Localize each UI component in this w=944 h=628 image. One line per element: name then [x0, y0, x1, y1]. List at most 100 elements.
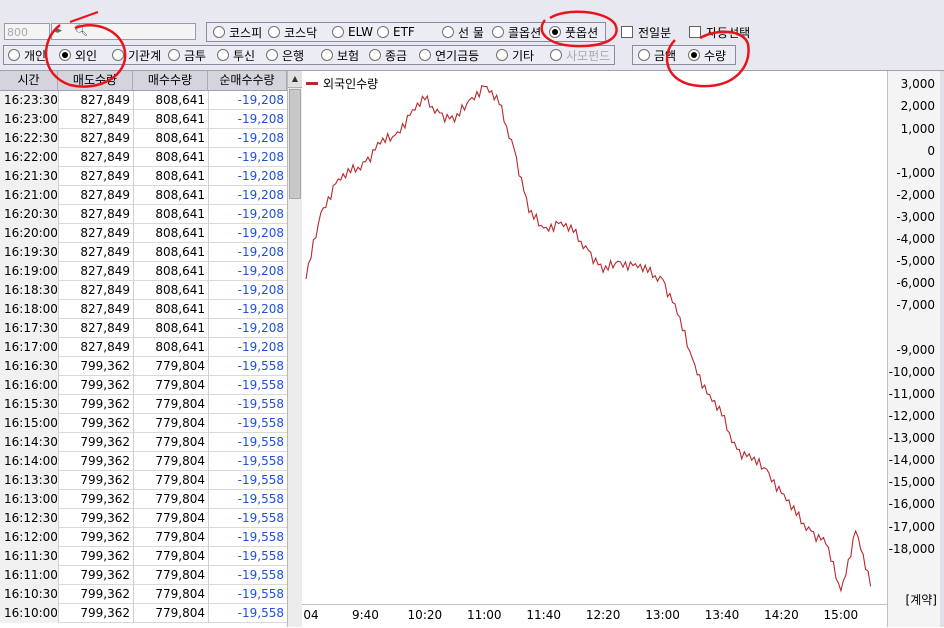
cell-time: 16:21:00: [0, 186, 58, 205]
cell-buy-qty: 779,804: [133, 490, 208, 509]
investor-option-7[interactable]: 종금: [369, 46, 407, 64]
table-row[interactable]: 16:14:00 799,362 779,804 -19,558: [0, 452, 287, 471]
x-tick-label: 13:40: [704, 608, 740, 622]
radio-icon: [321, 49, 333, 61]
y-tick-label: -3,000: [896, 209, 935, 224]
table-row[interactable]: 16:21:00 827,849 808,641 -19,208: [0, 186, 287, 205]
investor-group: 개인 외인 기관계 금투 투신 은행 보험 종금 연기금등 기타 사모펀드: [3, 45, 615, 65]
investor-option-4[interactable]: 투신: [217, 46, 255, 64]
table-row[interactable]: 16:22:30 827,849 808,641 -19,208: [0, 129, 287, 148]
investor-option-9-label: 기타: [512, 48, 535, 63]
table-row[interactable]: 16:16:00 799,362 779,804 -19,558: [0, 376, 287, 395]
investor-option-8[interactable]: 연기금등: [419, 46, 479, 64]
investor-option-6[interactable]: 보험: [321, 46, 359, 64]
market-option-0[interactable]: 코스피: [213, 23, 262, 41]
unit-option-1[interactable]: 수량: [688, 46, 726, 64]
toolbar: 800 ◂▸ 🔍︎ 코스피 코스닥 ELW ETF 선 물 콜옵션 풋옵션 전일분 자동선택…: [0, 0, 944, 71]
table-row[interactable]: 16:15:30 799,362 779,804 -19,558: [0, 395, 287, 414]
unit-group: 금액 수량: [632, 45, 736, 65]
table-row[interactable]: 16:22:00 827,849 808,641 -19,208: [0, 148, 287, 167]
cell-time: 16:14:00: [0, 452, 58, 471]
investor-option-3[interactable]: 금투: [168, 46, 206, 64]
cell-net-buy-qty: -19,558: [208, 528, 287, 547]
legend-swatch: [306, 82, 318, 85]
cell-sell-qty: 827,849: [58, 338, 133, 357]
table-row[interactable]: 16:17:30 827,849 808,641 -19,208: [0, 319, 287, 338]
unit-option-0[interactable]: 금액: [638, 46, 676, 64]
table-row[interactable]: 16:20:30 827,849 808,641 -19,208: [0, 205, 287, 224]
cell-buy-qty: 808,641: [133, 319, 208, 338]
table-header: 시간 매도수량 매수수량 순매수수량: [0, 71, 287, 91]
prev-day-checkbox[interactable]: 전일분: [621, 22, 671, 42]
table-row[interactable]: 16:11:00 799,362 779,804 -19,558: [0, 566, 287, 585]
table-row[interactable]: 16:11:30 799,362 779,804 -19,558: [0, 547, 287, 566]
table-row[interactable]: 16:23:30 827,849 808,641 -19,208: [0, 91, 287, 110]
table-row[interactable]: 16:19:00 827,849 808,641 -19,208: [0, 262, 287, 281]
cell-buy-qty: 779,804: [133, 357, 208, 376]
code-input[interactable]: 800: [4, 23, 50, 40]
cell-sell-qty: 827,849: [58, 300, 133, 319]
table-row[interactable]: 16:17:00 827,849 808,641 -19,208: [0, 338, 287, 357]
y-tick-label: -7,000: [896, 298, 935, 313]
x-tick-label: 04: [303, 608, 319, 622]
investor-option-2[interactable]: 기관계: [112, 46, 161, 64]
table-row[interactable]: 16:12:00 799,362 779,804 -19,558: [0, 528, 287, 547]
spin-arrows-icon[interactable]: ◂▸: [53, 25, 75, 38]
investor-option-0[interactable]: 개인: [8, 46, 46, 64]
scroll-up-icon[interactable]: ▲: [288, 71, 302, 88]
cell-net-buy-qty: -19,558: [208, 414, 287, 433]
market-option-3[interactable]: ETF: [377, 23, 415, 41]
market-option-5[interactable]: 콜옵션: [492, 23, 541, 41]
table-row[interactable]: 16:18:30 827,849 808,641 -19,208: [0, 281, 287, 300]
cell-sell-qty: 799,362: [58, 566, 133, 585]
header-net-buy-qty[interactable]: 순매수수량: [208, 71, 287, 90]
cell-sell-qty: 799,362: [58, 414, 133, 433]
market-option-6[interactable]: 풋옵션: [549, 23, 598, 41]
market-option-4[interactable]: 선 물: [442, 23, 484, 41]
chart-legend: 외국인수량: [306, 75, 378, 92]
x-tick-label: 10:20: [407, 608, 443, 622]
cell-net-buy-qty: -19,208: [208, 148, 287, 167]
cell-time: 16:13:00: [0, 490, 58, 509]
table-row[interactable]: 16:19:30 827,849 808,641 -19,208: [0, 243, 287, 262]
table-row[interactable]: 16:14:30 799,362 779,804 -19,558: [0, 433, 287, 452]
magnifier-icon[interactable]: 🔍︎: [74, 24, 88, 38]
investor-option-1[interactable]: 외인: [59, 46, 97, 64]
y-tick-label: -18,000: [888, 541, 935, 556]
table-row[interactable]: 16:13:00 799,362 779,804 -19,558: [0, 490, 287, 509]
market-option-1[interactable]: 코스닥: [268, 23, 317, 41]
cell-net-buy-qty: -19,558: [208, 452, 287, 471]
radio-icon: [550, 49, 562, 61]
header-sell-qty[interactable]: 매도수량: [58, 71, 133, 90]
radio-icon: [213, 26, 225, 38]
cell-net-buy-qty: -19,208: [208, 129, 287, 148]
scroll-thumb[interactable]: [289, 89, 301, 199]
table-row[interactable]: 16:10:00 799,362 779,804 -19,558: [0, 604, 287, 623]
header-buy-qty[interactable]: 매수수량: [133, 71, 208, 90]
table-row[interactable]: 16:23:00 827,849 808,641 -19,208: [0, 110, 287, 129]
table-row[interactable]: 16:15:00 799,362 779,804 -19,558: [0, 414, 287, 433]
cell-time: 16:18:30: [0, 281, 58, 300]
table-row[interactable]: 16:12:30 799,362 779,804 -19,558: [0, 509, 287, 528]
table-row[interactable]: 16:18:00 827,849 808,641 -19,208: [0, 300, 287, 319]
investor-option-9[interactable]: 기타: [496, 46, 534, 64]
investor-option-10[interactable]: 사모펀드: [550, 46, 610, 64]
table-scrollbar[interactable]: ▲: [287, 71, 302, 627]
y-tick-label: 2,000: [900, 99, 935, 114]
table-row[interactable]: 16:16:30 799,362 779,804 -19,558: [0, 357, 287, 376]
cell-sell-qty: 827,849: [58, 224, 133, 243]
radio-icon: [8, 49, 20, 61]
table-row[interactable]: 16:10:30 799,362 779,804 -19,558: [0, 585, 287, 604]
chart-area[interactable]: [302, 71, 887, 604]
auto-select-checkbox[interactable]: 자동선택: [689, 22, 750, 42]
cell-sell-qty: 799,362: [58, 528, 133, 547]
market-option-2[interactable]: ELW: [332, 23, 373, 41]
table-row[interactable]: 16:21:30 827,849 808,641 -19,208: [0, 167, 287, 186]
cell-time: 16:23:30: [0, 91, 58, 110]
header-time[interactable]: 시간: [0, 71, 58, 90]
cell-buy-qty: 808,641: [133, 281, 208, 300]
radio-icon: [112, 49, 124, 61]
table-row[interactable]: 16:13:30 799,362 779,804 -19,558: [0, 471, 287, 490]
investor-option-5[interactable]: 은행: [266, 46, 304, 64]
table-row[interactable]: 16:20:00 827,849 808,641 -19,208: [0, 224, 287, 243]
